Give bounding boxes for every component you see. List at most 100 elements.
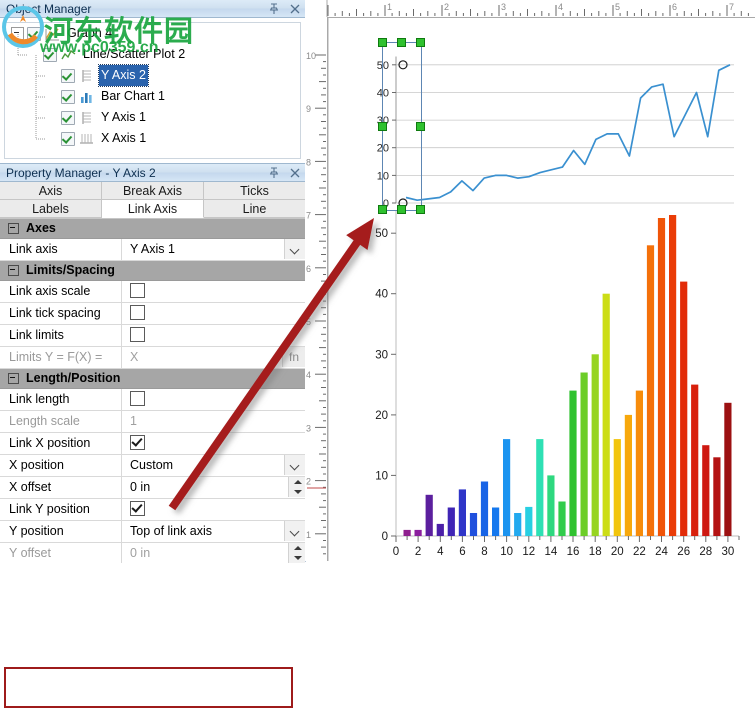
visibility-checkbox[interactable] <box>43 47 57 62</box>
tree-item-y-axis-1[interactable]: Y Axis 1 <box>5 107 300 128</box>
property-manager-title-bar: Property Manager - Y Axis 2 <box>0 164 305 182</box>
property-value[interactable] <box>122 325 305 346</box>
spinner-icon[interactable] <box>288 543 305 563</box>
resize-handle[interactable] <box>397 38 406 47</box>
close-icon[interactable] <box>289 3 301 15</box>
property-value[interactable]: Xfn <box>122 347 305 368</box>
property-value[interactable] <box>122 389 305 410</box>
tree-item-label: Y Axis 2 <box>98 64 149 87</box>
property-value[interactable] <box>122 303 305 324</box>
property-group-limits-spacing[interactable]: Limits/Spacing <box>0 261 305 281</box>
visibility-checkbox[interactable] <box>27 26 41 41</box>
tree-item-graph-4[interactable]: Graph 4 <box>5 23 300 44</box>
property-row-link-axis[interactable]: Link axis Y Axis 1 <box>0 239 305 261</box>
tree-item-y-axis-2[interactable]: Y Axis 2 <box>5 64 300 87</box>
collapse-icon[interactable] <box>8 223 19 234</box>
chevron-down-icon[interactable] <box>284 239 305 259</box>
svg-text:12: 12 <box>522 546 535 558</box>
property-label: Link X position <box>0 433 122 454</box>
property-checkbox[interactable] <box>130 501 145 517</box>
property-row-link-y-position[interactable]: Link Y position <box>0 499 305 521</box>
resize-handle[interactable] <box>416 121 425 131</box>
property-value[interactable]: Y Axis 1 <box>122 239 305 260</box>
property-group-label: Length/Position <box>26 371 121 385</box>
tab-labels[interactable]: Labels <box>0 200 102 218</box>
collapse-icon[interactable] <box>8 373 19 384</box>
tree-expander-icon[interactable] <box>11 27 24 40</box>
svg-text:4: 4 <box>306 370 311 380</box>
property-row-x-position[interactable]: X position Custom <box>0 455 305 477</box>
pin-icon[interactable] <box>268 167 280 179</box>
property-row-link-axis-scale[interactable]: Link axis scale <box>0 281 305 303</box>
tab-ticks[interactable]: Ticks <box>204 182 305 200</box>
visibility-checkbox[interactable] <box>61 131 75 146</box>
property-checkbox[interactable] <box>130 435 145 451</box>
visibility-checkbox[interactable] <box>61 68 75 83</box>
tab-line[interactable]: Line <box>204 200 305 218</box>
chevron-down-icon[interactable] <box>284 521 305 541</box>
svg-text:20: 20 <box>611 546 624 558</box>
property-checkbox[interactable] <box>130 391 145 407</box>
resize-handle[interactable] <box>378 121 387 131</box>
visibility-checkbox[interactable] <box>61 89 75 104</box>
horizontal-ruler[interactable]: 1 2 3 4 5 6 7 <box>305 0 755 18</box>
svg-text:2: 2 <box>306 477 311 487</box>
svg-text:7: 7 <box>306 211 311 221</box>
property-row-y-offset[interactable]: Y offset 0 in <box>0 543 305 563</box>
property-grid[interactable]: Axes Link axis Y Axis 1 Limits/Spacing Link … <box>0 218 305 563</box>
property-row-length-scale[interactable]: Length scale 1 <box>0 411 305 433</box>
tab-axis[interactable]: Axis <box>0 182 102 200</box>
property-row-limits-y--fx-[interactable]: Limits Y = F(X) = Xfn <box>0 347 305 369</box>
function-button[interactable]: fn <box>282 347 305 367</box>
property-value[interactable]: 1 <box>122 411 305 432</box>
property-label: Link limits <box>0 325 122 346</box>
resize-handle[interactable] <box>378 205 387 214</box>
object-tree[interactable]: Graph 4 Line/Scatter Plot 2 Y Axis 2 Bar Ch… <box>4 22 301 159</box>
spinner-icon[interactable] <box>288 477 305 497</box>
svg-text:30: 30 <box>375 349 388 361</box>
svg-text:10: 10 <box>375 470 388 482</box>
property-value[interactable]: Top of link axis <box>122 521 305 542</box>
tab-break-axis[interactable]: Break Axis <box>102 182 204 200</box>
object-manager-body: Graph 4 Line/Scatter Plot 2 Y Axis 2 Bar Ch… <box>0 18 305 163</box>
property-value[interactable]: 0 in <box>122 543 305 563</box>
svg-text:3: 3 <box>306 423 311 433</box>
property-checkbox[interactable] <box>130 305 145 321</box>
resize-handle[interactable] <box>397 205 406 214</box>
vertical-ruler[interactable]: 10 9 8 7 6 5 4 3 2 1 <box>305 17 328 561</box>
property-value[interactable] <box>122 281 305 302</box>
property-row-link-limits[interactable]: Link limits <box>0 325 305 347</box>
property-checkbox[interactable] <box>130 283 145 299</box>
visibility-checkbox[interactable] <box>61 110 75 125</box>
svg-text:22: 22 <box>633 546 646 558</box>
property-row-link-tick-spacing[interactable]: Link tick spacing <box>0 303 305 325</box>
property-value[interactable]: 0 in <box>122 477 305 498</box>
plot-canvas[interactable]: 0102030405001020304050024681012141618202… <box>328 18 755 561</box>
pin-icon[interactable] <box>268 3 280 15</box>
svg-text:20: 20 <box>377 143 389 155</box>
object-manager-title-bar: Object Manager <box>0 0 305 18</box>
property-row-link-x-position[interactable]: Link X position <box>0 433 305 455</box>
property-value[interactable]: Custom <box>122 455 305 476</box>
property-checkbox[interactable] <box>130 327 145 343</box>
svg-text:8: 8 <box>481 546 487 558</box>
resize-handle[interactable] <box>378 38 387 47</box>
svg-text:16: 16 <box>567 546 580 558</box>
tree-item-line-scatter-plot-2[interactable]: Line/Scatter Plot 2 <box>5 44 300 65</box>
property-row-y-position[interactable]: Y position Top of link axis <box>0 521 305 543</box>
y-axis-icon <box>79 69 94 83</box>
chevron-down-icon[interactable] <box>284 455 305 475</box>
property-row-link-length[interactable]: Link length <box>0 389 305 411</box>
resize-handle[interactable] <box>416 38 425 47</box>
tree-item-x-axis-1[interactable]: X Axis 1 <box>5 128 300 149</box>
property-group-length-position[interactable]: Length/Position <box>0 369 305 389</box>
tab-link-axis[interactable]: Link Axis <box>102 200 204 218</box>
property-value[interactable] <box>122 433 305 454</box>
resize-handle[interactable] <box>416 205 425 214</box>
collapse-icon[interactable] <box>8 265 19 276</box>
property-row-x-offset[interactable]: X offset 0 in <box>0 477 305 499</box>
tree-item-bar-chart-1[interactable]: Bar Chart 1 <box>5 86 300 107</box>
close-icon[interactable] <box>289 167 301 179</box>
property-value[interactable] <box>122 499 305 520</box>
property-group-axes[interactable]: Axes <box>0 219 305 239</box>
